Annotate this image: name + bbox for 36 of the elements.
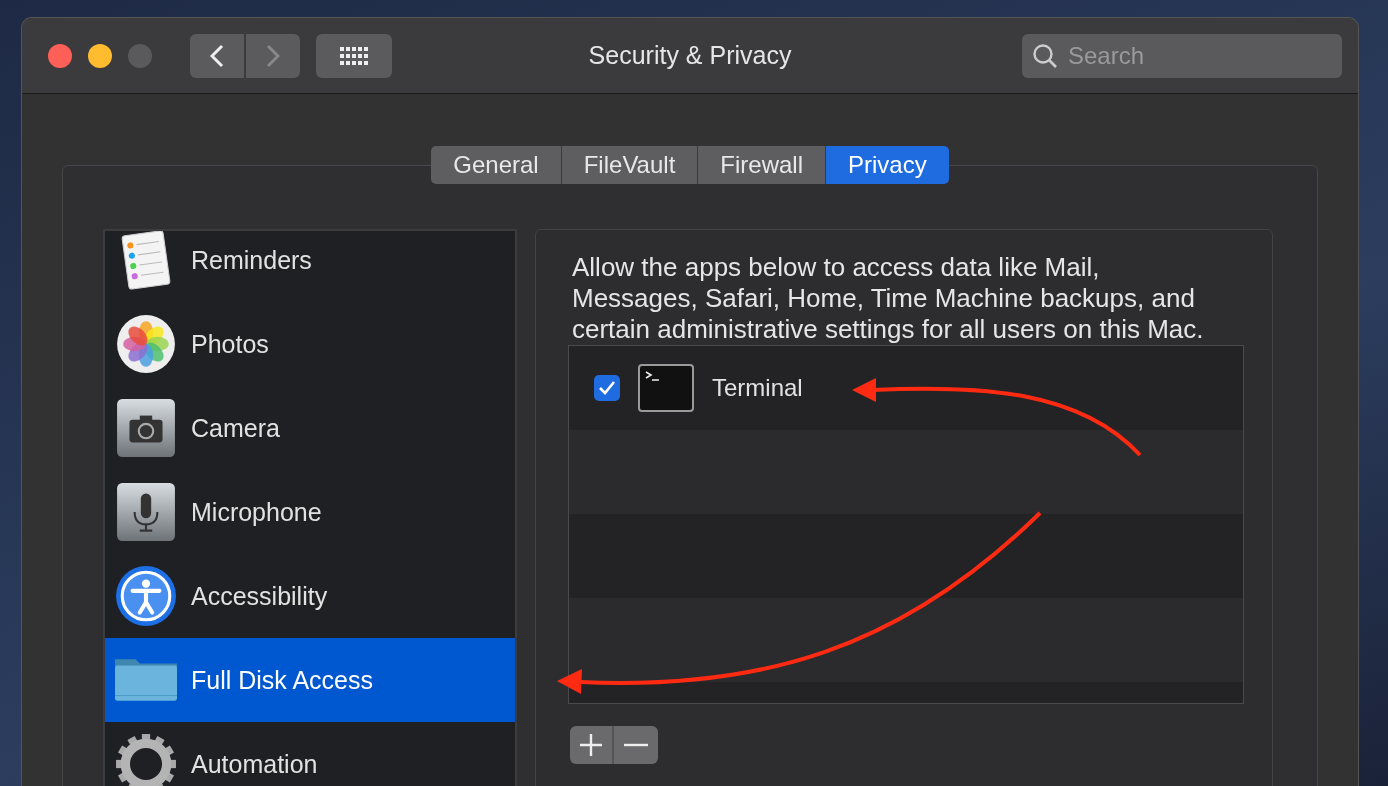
tab[interactable]: General	[431, 146, 562, 184]
gear-icon	[115, 733, 177, 786]
add-button[interactable]	[570, 726, 614, 764]
app-row[interactable]: Terminal	[569, 346, 1243, 430]
sidebar-item[interactable]: Full Disk Access	[105, 638, 515, 722]
chevron-left-icon	[210, 43, 224, 68]
sidebar-item[interactable]: Microphone	[105, 470, 515, 554]
back-button[interactable]	[190, 33, 244, 78]
photos-icon	[115, 313, 177, 375]
search-icon	[1032, 43, 1058, 69]
minimize-button[interactable]	[88, 43, 112, 68]
plus-icon	[579, 733, 603, 757]
close-button[interactable]	[48, 43, 72, 68]
chevron-right-icon	[266, 43, 280, 68]
accessibility-icon	[115, 565, 177, 627]
sidebar-item[interactable]: Camera	[105, 386, 515, 470]
tab[interactable]: Firewall	[698, 146, 826, 184]
tab[interactable]: FileVault	[561, 146, 699, 184]
minus-icon	[624, 743, 648, 747]
sidebar-item[interactable]: Automation	[105, 722, 515, 786]
microphone-icon	[115, 481, 177, 543]
tab[interactable]: Privacy	[826, 146, 949, 184]
search-field[interactable]: Search	[1022, 34, 1342, 78]
sidebar-item[interactable]: Accessibility	[105, 554, 515, 638]
checkmark-icon	[598, 380, 616, 396]
checkbox[interactable]	[594, 375, 620, 401]
remove-button[interactable]	[614, 726, 658, 764]
camera-icon	[115, 397, 177, 459]
window-title: Security & Privacy	[588, 41, 792, 69]
sidebar-item[interactable]: Photos	[105, 302, 515, 386]
description-text: Allow the apps below to access data like Mail, Messages, Safari, Home, Time Machine backups, and certain administrative settings for all users on this Mac.	[572, 252, 1205, 345]
app-name: Terminal	[712, 374, 803, 402]
show-all-button[interactable]	[316, 33, 392, 78]
sidebar-item[interactable]: Reminders	[105, 231, 515, 302]
grid-icon	[339, 45, 369, 66]
terminal-icon	[638, 364, 694, 412]
